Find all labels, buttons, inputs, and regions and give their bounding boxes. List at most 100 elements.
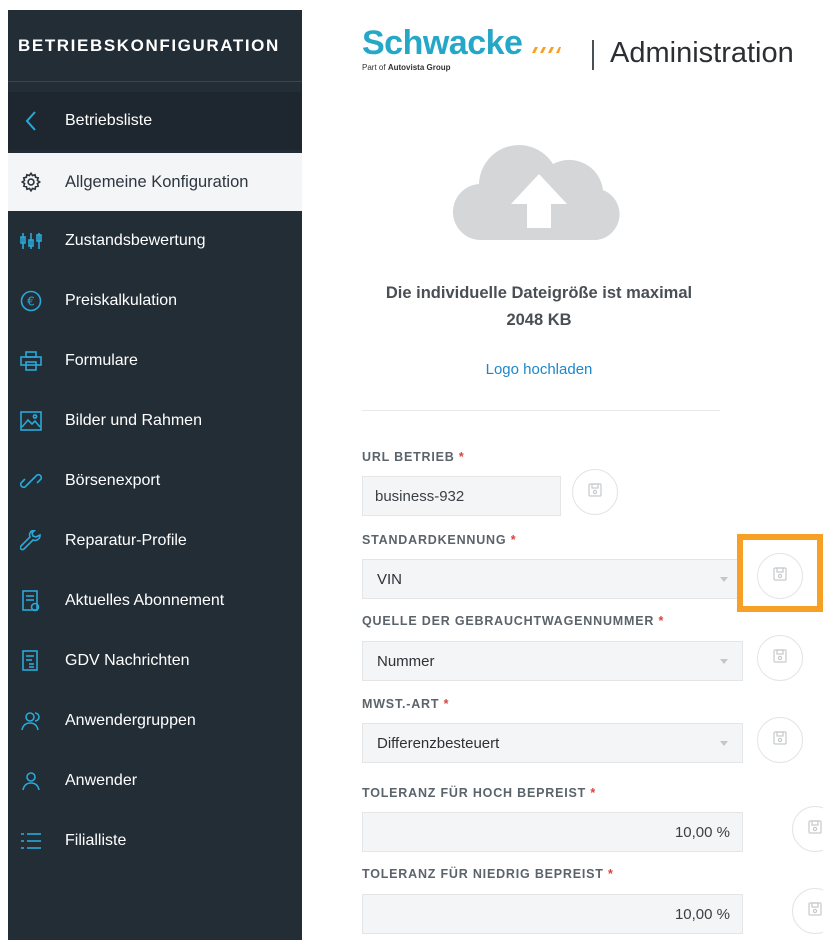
svg-text:€: €: [27, 295, 35, 309]
sidebar-item-label: GDV Nachrichten: [65, 652, 190, 669]
sidebar: BETRIEBSKONFIGURATION Betriebsliste Allg…: [8, 10, 302, 940]
sidebar-title: BETRIEBSKONFIGURATION: [8, 10, 302, 82]
tolerance-high-label: TOLERANZ FÜR HOCH BEPREIST *: [362, 786, 596, 800]
floppy-disk-icon: [772, 730, 788, 751]
upload-logo-link[interactable]: Logo hochladen: [360, 361, 718, 378]
sidebar-back-link[interactable]: Betriebsliste: [8, 92, 302, 150]
gear-icon: [8, 171, 54, 193]
logo-dots-icon: [531, 41, 561, 59]
save-source-button[interactable]: [757, 635, 803, 681]
tolerance-low-value: 10,00 %: [674, 905, 730, 923]
sidebar-item-filialliste[interactable]: Filialliste: [8, 811, 302, 871]
sidebar-menu: Zustandsbewertung € Preiskalkulation For…: [8, 211, 302, 871]
floppy-disk-icon: [587, 482, 603, 503]
save-tolerance-high-button[interactable]: [792, 806, 823, 852]
url-input[interactable]: business-932: [362, 476, 561, 516]
source-label-text: QUELLE DER GEBRAUCHTWAGENNUMMER: [362, 614, 655, 628]
link-icon: [8, 470, 54, 492]
sidebar-item-formulare[interactable]: Formulare: [8, 331, 302, 391]
url-input-value: business-932: [375, 487, 465, 505]
sidebar-item-label: Reparatur-Profile: [65, 532, 187, 549]
standard-select-value: VIN: [377, 570, 403, 588]
source-label: QUELLE DER GEBRAUCHTWAGENNUMMER *: [362, 614, 664, 628]
file-size-info: Die individuelle Dateigröße ist maximal …: [350, 280, 728, 334]
sidebar-item-label: Börsenexport: [65, 472, 161, 489]
floppy-disk-icon: [807, 819, 823, 840]
caret-down-icon: [720, 741, 728, 746]
url-label-text: URL BETRIEB: [362, 450, 455, 464]
sidebar-item-aktuelles-abonnement[interactable]: Aktuelles Abonnement: [8, 571, 302, 631]
save-vat-button[interactable]: [757, 717, 803, 763]
required-mark: *: [590, 786, 596, 800]
file-size-info-line1: Die individuelle Dateigröße ist maximal: [385, 284, 693, 302]
standard-select[interactable]: VIN: [362, 559, 743, 599]
header-divider: [592, 40, 594, 70]
page-title: Administration: [610, 37, 794, 69]
vat-select-value: Differenzbesteuert: [377, 734, 500, 752]
tolerance-low-label-text: TOLERANZ FÜR NIEDRIG BEPREIST: [362, 867, 604, 881]
sidebar-item-label: Formulare: [65, 352, 138, 369]
section-divider: [362, 410, 720, 411]
floppy-disk-icon: [807, 901, 823, 922]
message-document-icon: [8, 650, 54, 672]
tolerance-high-input[interactable]: 10,00 %: [362, 812, 743, 852]
sidebar-item-label: Bilder und Rahmen: [65, 412, 202, 429]
source-select-value: Nummer: [377, 652, 435, 670]
required-mark: *: [608, 867, 614, 881]
standard-label: STANDARDKENNUNG *: [362, 533, 516, 547]
standard-label-text: STANDARDKENNUNG: [362, 533, 507, 547]
logo-wordmark: Schwacke: [362, 24, 523, 62]
logo-tagline-brand: Autovista Group: [387, 63, 451, 72]
logo-tagline: Part of Autovista Group: [362, 63, 561, 72]
schwacke-logo: Schwacke Part of Autovista Group: [362, 26, 561, 72]
sidebar-item-boersenexport[interactable]: Börsenexport: [8, 451, 302, 511]
sidebar-item-label: Filialliste: [65, 832, 127, 849]
sidebar-active-label: Allgemeine Konfiguration: [65, 172, 249, 191]
user-icon: [8, 770, 54, 792]
save-url-button[interactable]: [572, 469, 618, 515]
sidebar-item-anwendergruppen[interactable]: Anwendergruppen: [8, 691, 302, 751]
cloud-upload-icon[interactable]: [452, 140, 625, 245]
tolerance-low-label: TOLERANZ FÜR NIEDRIG BEPREIST *: [362, 867, 614, 881]
list-icon: [8, 831, 54, 851]
printer-icon: [8, 351, 54, 371]
required-mark: *: [510, 533, 517, 547]
vat-select[interactable]: Differenzbesteuert: [362, 723, 743, 763]
required-mark: *: [658, 614, 665, 628]
url-label: URL BETRIEB *: [362, 450, 465, 464]
document-icon: [8, 590, 54, 612]
sidebar-item-anwender[interactable]: Anwender: [8, 751, 302, 811]
sidebar-item-allgemeine-konfiguration[interactable]: Allgemeine Konfiguration: [8, 153, 302, 211]
file-size-info-line2: 2048 KB: [506, 311, 572, 329]
users-icon: [8, 710, 54, 732]
floppy-disk-icon: [772, 648, 788, 669]
sidebar-item-bilder-und-rahmen[interactable]: Bilder und Rahmen: [8, 391, 302, 451]
caret-down-icon: [720, 659, 728, 664]
sidebar-item-reparatur-profile[interactable]: Reparatur-Profile: [8, 511, 302, 571]
sidebar-item-zustandsbewertung[interactable]: Zustandsbewertung: [8, 211, 302, 271]
slider-icon: [8, 231, 54, 251]
save-tolerance-low-button[interactable]: [792, 888, 823, 934]
vat-label-text: MWST.-ART: [362, 697, 440, 711]
page: BETRIEBSKONFIGURATION Betriebsliste Allg…: [0, 0, 823, 940]
sidebar-item-label: Anwendergruppen: [65, 712, 196, 729]
sidebar-back-label: Betriebsliste: [65, 112, 153, 129]
image-icon: [8, 411, 54, 431]
sidebar-item-label: Aktuelles Abonnement: [65, 592, 225, 609]
tolerance-low-input[interactable]: 10,00 %: [362, 894, 743, 934]
sidebar-item-label: Anwender: [65, 772, 138, 789]
tolerance-high-value: 10,00 %: [674, 823, 730, 841]
logo-tagline-prefix: Part of: [362, 63, 386, 72]
sidebar-item-preiskalkulation[interactable]: € Preiskalkulation: [8, 271, 302, 331]
required-mark: *: [458, 450, 465, 464]
euro-icon: €: [8, 290, 54, 312]
sidebar-item-label: Zustandsbewertung: [65, 232, 206, 249]
tolerance-high-label-text: TOLERANZ FÜR HOCH BEPREIST: [362, 786, 587, 800]
source-select[interactable]: Nummer: [362, 641, 743, 681]
sidebar-item-gdv-nachrichten[interactable]: GDV Nachrichten: [8, 631, 302, 691]
wrench-icon: [8, 530, 54, 552]
caret-down-icon: [720, 577, 728, 582]
sidebar-item-label: Preiskalkulation: [65, 292, 178, 309]
chevron-left-icon: [8, 110, 54, 132]
highlight-box: [737, 534, 823, 612]
